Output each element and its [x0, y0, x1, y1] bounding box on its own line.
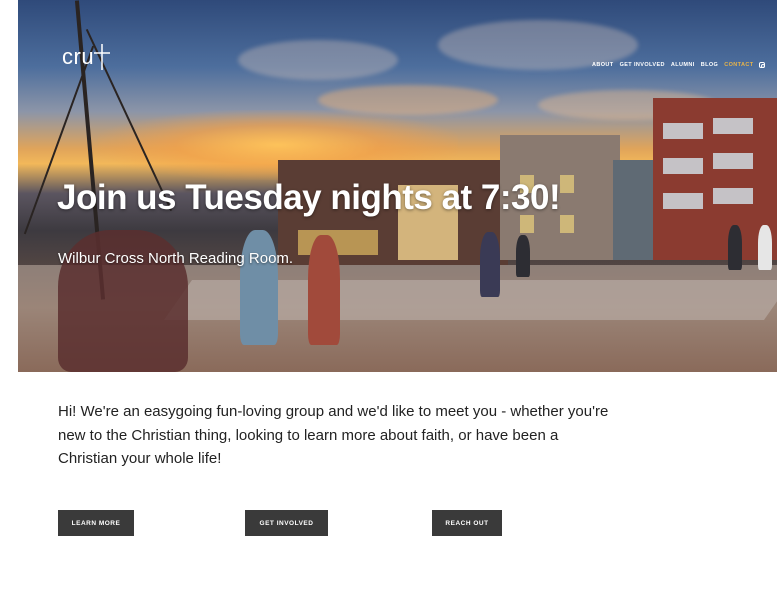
nav-item-about[interactable]: About: [592, 62, 614, 68]
hero-title: Join us Tuesday nights at 7:30!: [57, 178, 561, 217]
nav-item-blog[interactable]: Blog: [701, 62, 719, 68]
walking-person: [240, 230, 278, 345]
nav-item-get-involved[interactable]: Get Involved: [620, 62, 665, 68]
cross-icon: [94, 44, 110, 70]
cloud: [238, 40, 398, 80]
walking-person: [516, 235, 530, 277]
get-involved-button[interactable]: Get Involved: [245, 510, 328, 536]
glass-building: [613, 160, 658, 260]
walking-person: [728, 225, 742, 270]
logo-text: cru: [62, 44, 95, 69]
walking-person: [308, 235, 340, 345]
main-nav: About Get Involved Alumni Blog Contact: [592, 62, 766, 68]
cloud: [318, 85, 498, 115]
hero-subtitle: Wilbur Cross North Reading Room.: [58, 250, 294, 267]
walking-person: [758, 225, 772, 270]
instagram-icon[interactable]: [759, 62, 766, 68]
reach-out-button[interactable]: Reach Out: [432, 510, 502, 536]
walking-person: [480, 232, 500, 297]
cru-logo[interactable]: cru: [62, 44, 94, 70]
nav-item-alumni[interactable]: Alumni: [671, 62, 695, 68]
nav-item-contact[interactable]: Contact: [724, 62, 753, 68]
intro-text: Hi! We're an easygoing fun-loving group …: [58, 403, 609, 467]
learn-more-button[interactable]: Learn More: [58, 510, 134, 536]
